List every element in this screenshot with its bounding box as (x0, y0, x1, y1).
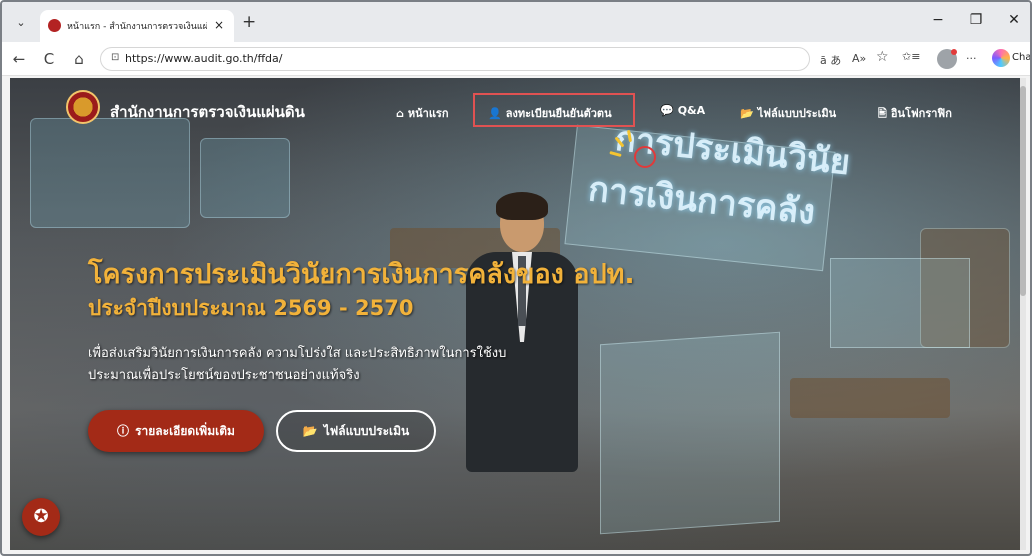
browser-toolbar: ← C ⌂ ⊡ https://www.audit.go.th/ffda/ ā … (2, 42, 1030, 76)
site-name[interactable]: สำนักงานการตรวจเงินแผ่นดิน (110, 100, 305, 124)
profile-badge-icon (951, 49, 957, 55)
tab-close-icon[interactable]: × (214, 18, 224, 32)
spark-mark (609, 150, 622, 158)
chart-panel (830, 258, 970, 348)
copilot-label[interactable]: Chat (1012, 52, 1030, 63)
details-button[interactable]: ⓘ รายละเอียดเพิ่มเติม (88, 410, 264, 452)
scrollbar-thumb[interactable] (1020, 86, 1026, 296)
favorites-icon[interactable]: ✩≡ (902, 50, 920, 63)
home-button[interactable]: ⌂ (70, 50, 88, 68)
url-text[interactable]: https://www.audit.go.th/ffda/ (125, 52, 282, 65)
character-hair (496, 192, 548, 220)
accessibility-icon: ✪ (33, 506, 49, 527)
accessibility-button[interactable]: ✪ (22, 498, 60, 536)
folder-icon: 📂 (302, 424, 318, 438)
glass-panel-lower (600, 331, 780, 535)
nav-qa-label: Q&A (677, 104, 706, 117)
window-close-button[interactable]: ✕ (1002, 12, 1026, 28)
spark-mark (626, 129, 633, 143)
back-button[interactable]: ← (10, 50, 28, 68)
restore-button[interactable]: ❐ (964, 12, 988, 28)
site-info-icon[interactable]: ⊡ (111, 52, 119, 63)
browser-window: ⌄ หน้าแรก - สำนักงานการตรวจเงินแผ่นดิน ×… (0, 0, 1032, 556)
bg-desk-right (790, 378, 950, 418)
hero-title: โครงการประเมินวินัยการเงินการคลังของ อปท… (88, 259, 635, 290)
highlight-box (473, 93, 635, 127)
web-page: การประเมินวินัย การเงินการคลัง สำนักงานก… (10, 78, 1026, 550)
nav-files[interactable]: 📂 ไฟล์แบบประเมิน (740, 104, 836, 122)
minimize-button[interactable]: − (926, 12, 950, 28)
nav-files-label: ไฟล์แบบประเมิน (757, 107, 837, 120)
nav-infographic-label: อินโฟกราฟิก (890, 107, 952, 120)
bg-monitor-left (30, 118, 190, 228)
read-aloud-icon[interactable]: A» (852, 52, 866, 65)
reload-button[interactable]: C (40, 50, 58, 68)
hero-desc-line2: ประมาณเพื่อประโยชน์ของประชาชนอย่างแท้จริ… (88, 368, 360, 383)
folder-icon: 📂 (740, 107, 754, 120)
copilot-icon[interactable] (992, 49, 1010, 67)
new-tab-button[interactable]: + (242, 12, 256, 32)
tab-title: หน้าแรก - สำนักงานการตรวจเงินแผ่นดิน (67, 22, 207, 32)
site-favicon-icon (48, 19, 61, 32)
nav-home-label: หน้าแรก (407, 107, 449, 120)
translate-icon[interactable]: ā あ (820, 52, 841, 68)
assessment-files-label: ไฟล์แบบประเมิน (323, 424, 410, 438)
favorite-star-icon[interactable]: ☆ (876, 49, 889, 65)
nav-qa[interactable]: 💬 Q&A (660, 104, 705, 117)
document-icon: 🖹 (878, 107, 887, 120)
site-logo[interactable] (66, 90, 100, 124)
hero-desc-line1: เพื่อส่งเสริมวินัยการเงินการคลัง ความโปร… (88, 346, 507, 361)
bg-monitor-center (200, 138, 290, 218)
tab-home[interactable]: หน้าแรก - สำนักงานการตรวจเงินแผ่นดิน × (40, 10, 234, 42)
tab-strip: ⌄ หน้าแรก - สำนักงานการตรวจเงินแผ่นดิน ×… (2, 2, 1030, 42)
spark-mark (614, 136, 625, 148)
address-bar[interactable]: ⊡ https://www.audit.go.th/ffda/ (100, 47, 810, 71)
hero-description: เพื่อส่งเสริมวินัยการเงินการคลัง ความโปร… (88, 343, 506, 387)
click-indicator-icon (609, 129, 670, 174)
info-icon: ⓘ (117, 424, 130, 438)
tab-list-chevron-icon[interactable]: ⌄ (10, 14, 32, 32)
nav-infographic[interactable]: 🖹 อินโฟกราฟิก (878, 104, 952, 124)
click-circle (634, 146, 656, 168)
chat-bubbles-icon: 💬 (660, 104, 674, 117)
more-menu-icon[interactable]: ··· (966, 52, 977, 65)
assessment-files-button[interactable]: 📂 ไฟล์แบบประเมิน (276, 410, 436, 452)
page-scrollbar[interactable] (1020, 78, 1026, 550)
details-button-label: รายละเอียดเพิ่มเติม (135, 424, 235, 438)
home-icon: ⌂ (396, 107, 404, 120)
nav-home[interactable]: ⌂ หน้าแรก (396, 104, 448, 122)
hero-subtitle: ประจำปีงบประมาณ 2569 - 2570 (88, 296, 414, 320)
